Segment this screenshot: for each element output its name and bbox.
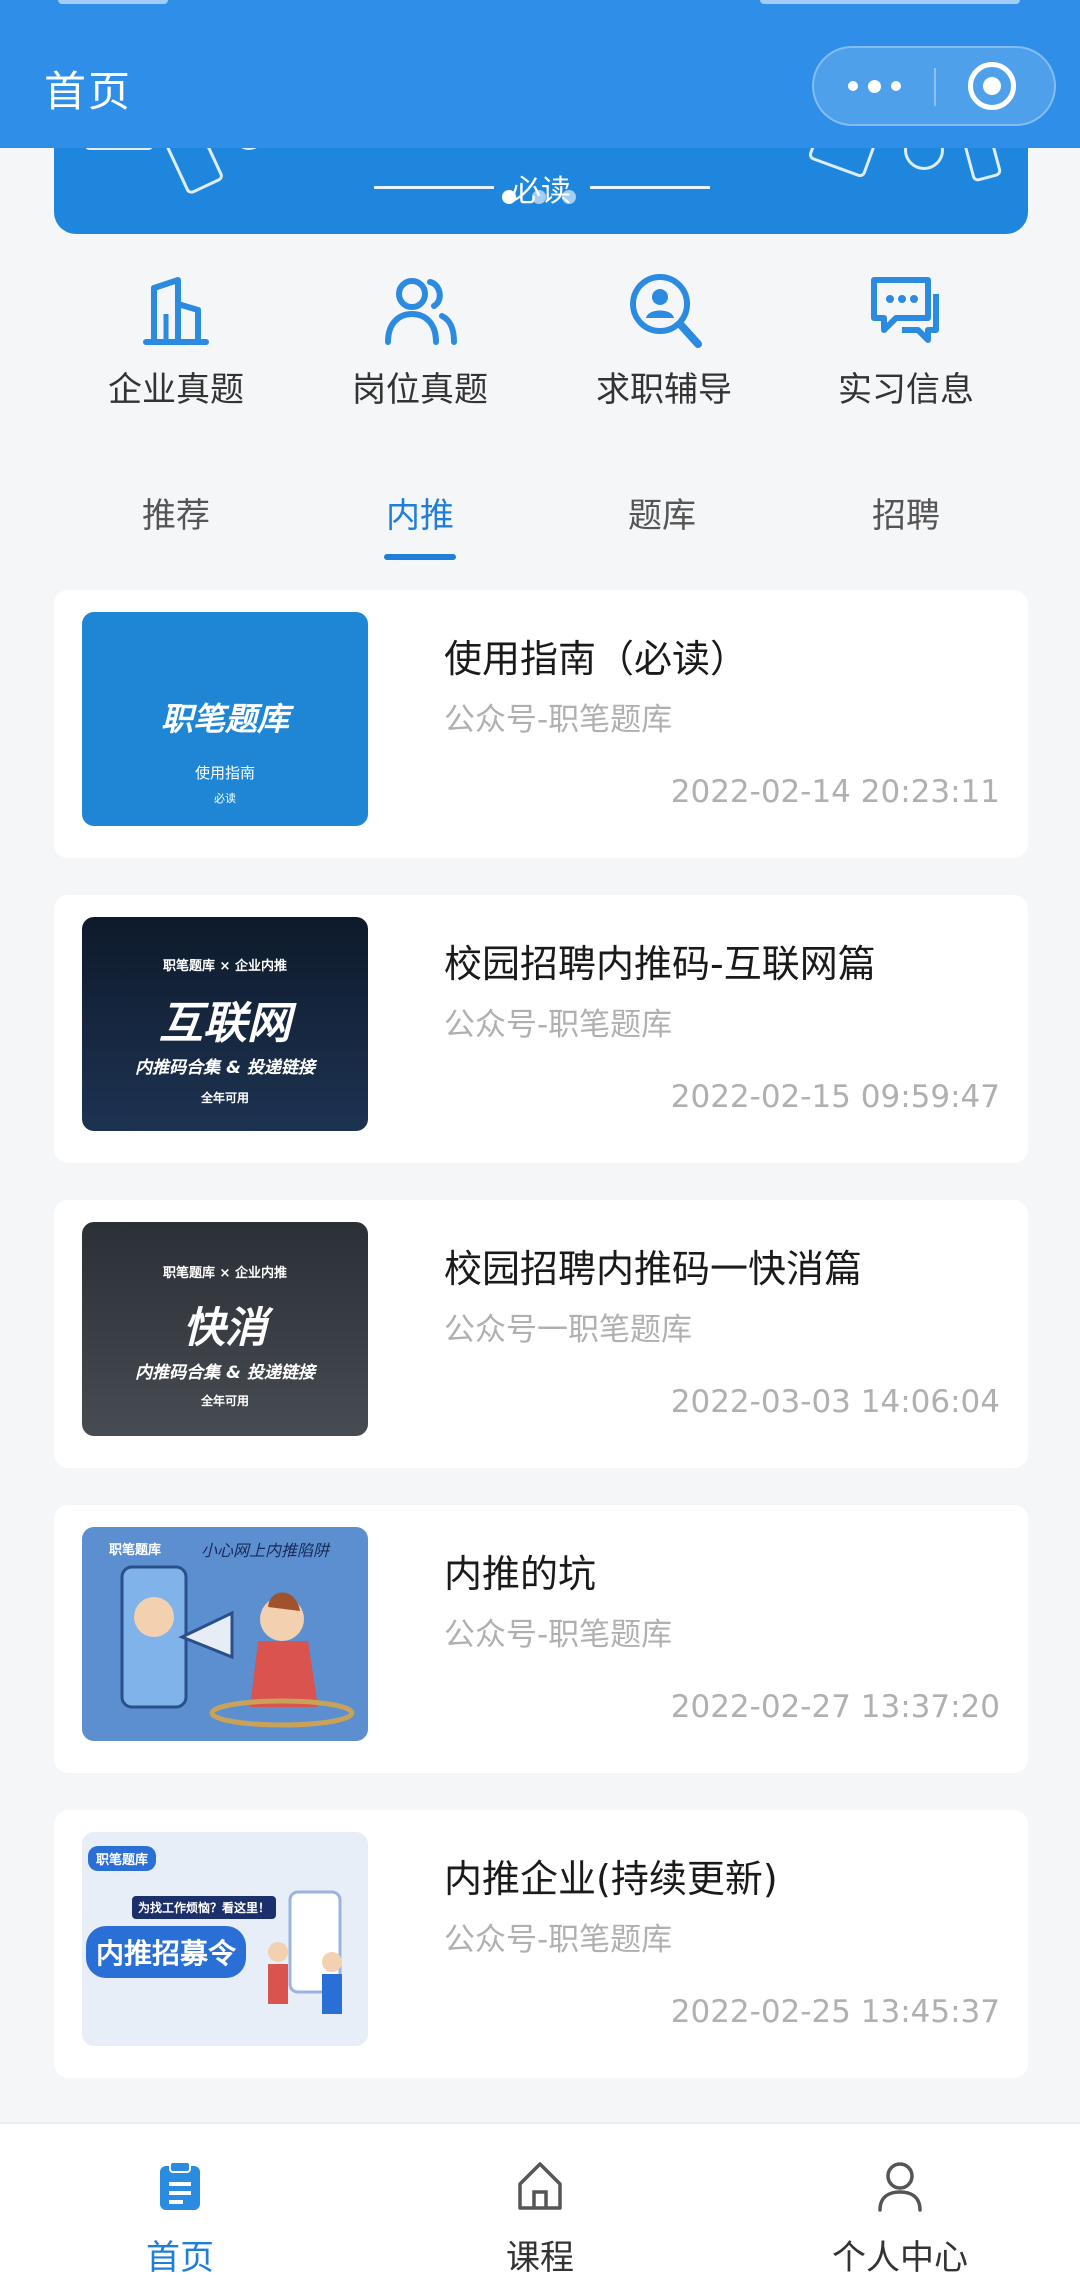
tab-active-indicator <box>384 554 456 560</box>
article-thumbnail: 职笔题库 为找工作烦恼？看这里！ 内推招募令 <box>82 1832 368 2046</box>
tabbar-label: 个人中心 <box>832 2238 968 2278</box>
article-source: 公众号-职笔题库 <box>444 1007 673 1043</box>
recruitment-illustration <box>268 1890 342 2014</box>
tabbar-label: 课程 <box>506 2238 574 2278</box>
miniapp-capsule <box>812 46 1056 126</box>
carousel-dot[interactable] <box>532 190 546 204</box>
thumbnail-tag: 职笔题库 × 企业内推 <box>163 1266 287 1281</box>
home-icon <box>518 2162 562 2210</box>
article-source: 公众号-职笔题库 <box>444 1922 673 1958</box>
article-title: 内推企业(持续更新) <box>444 1857 778 1901</box>
article-source: 公众号-职笔题库 <box>444 702 673 738</box>
thumbnail-note: 全年可用 <box>200 1091 249 1105</box>
more-dot-icon <box>890 81 901 91</box>
thumbnail-title: 快消 <box>182 1303 267 1352</box>
clipboard-icon <box>160 2161 200 2210</box>
article-title: 使用指南（必读） <box>444 637 749 681</box>
tab-question-bank[interactable]: 题库 <box>562 488 762 537</box>
thumbnail-tag: 职笔题库 × 企业内推 <box>163 959 287 974</box>
quick-item-label: 实习信息 <box>838 370 974 410</box>
tabbar-item-home[interactable]: 首页 <box>80 2124 280 2290</box>
quick-item-position-questions[interactable]: 岗位真题 <box>310 270 530 420</box>
category-tabs: 推荐 内推 题库 招聘 <box>0 488 1080 568</box>
quick-item-label: 求职辅导 <box>596 370 732 410</box>
article-date: 2022-03-03 14:06:04 <box>670 1384 1000 1420</box>
status-bar-right <box>760 0 1020 4</box>
thumbnail-title: 互联网 <box>159 998 291 1049</box>
more-button[interactable] <box>814 48 934 124</box>
status-bar <box>0 0 1080 14</box>
thumbnail-note: 全年可用 <box>200 1394 249 1408</box>
more-dot-icon <box>867 79 881 93</box>
thumbnail-subtitle: 使用指南 <box>194 764 255 782</box>
tab-recommend[interactable]: 推荐 <box>76 488 276 537</box>
article-thumbnail: 职笔题库 × 企业内推 快消 内推码合集 & 投递链接 全年可用 <box>82 1222 368 1436</box>
carousel-indicator <box>494 190 584 204</box>
tab-recruitment[interactable]: 招聘 <box>806 488 1006 537</box>
article-thumbnail: 职笔题库 小心网上内推陷阱 <box>82 1527 368 1741</box>
article-date: 2022-02-15 09:59:47 <box>670 1079 1000 1115</box>
quick-item-company-questions[interactable]: 企业真题 <box>66 270 286 420</box>
article-card[interactable]: 职笔题库 小心网上内推陷阱 内推的坑 公众号-职笔题库 2022-02-27 1… <box>54 1505 1028 1773</box>
carousel-dot[interactable] <box>562 190 576 204</box>
page-title: 首页 <box>44 67 133 116</box>
article-title: 校园招聘内推码一快消篇 <box>444 1247 863 1291</box>
user-icon <box>878 2162 922 2212</box>
megaphone-illustration <box>120 1565 355 1728</box>
article-source: 公众号-职笔题库 <box>444 1617 673 1653</box>
nav-header: 首页 <box>0 0 1080 148</box>
article-thumbnail: 职笔题库 × 企业内推 互联网 内推码合集 & 投递链接 全年可用 <box>82 917 368 1131</box>
article-card[interactable]: 职笔题库 使用指南 必读 使用指南（必读） 公众号-职笔题库 2022-02-1… <box>54 590 1028 858</box>
article-title: 校园招聘内推码-互联网篇 <box>444 942 876 986</box>
thumbnail-title: 职笔题库 <box>160 700 289 738</box>
status-bar-left <box>58 0 168 4</box>
more-dot-icon <box>847 81 858 91</box>
article-card[interactable]: 职笔题库 为找工作烦恼？看这里！ 内推招募令 内推企业(持续更新) 公众号-职笔… <box>54 1810 1028 2078</box>
thumbnail-tag: 必读 <box>214 792 236 805</box>
building-icon <box>143 277 209 345</box>
bottom-tab-bar: 首页 课程 个人中心 <box>0 2122 1080 2290</box>
chat-bubbles-icon <box>871 277 939 343</box>
tabbar-item-profile[interactable]: 个人中心 <box>800 2124 1000 2290</box>
article-title: 内推的坑 <box>444 1552 597 1596</box>
article-date: 2022-02-27 13:37:20 <box>670 1689 1000 1725</box>
tabbar-item-courses[interactable]: 课程 <box>440 2124 640 2290</box>
tabbar-label: 首页 <box>146 2238 214 2278</box>
article-thumbnail: 职笔题库 使用指南 必读 <box>82 612 368 826</box>
carousel-dot[interactable] <box>502 190 516 204</box>
article-source: 公众号一职笔题库 <box>444 1312 692 1348</box>
thumbnail-subtitle: 内推码合集 & 投递链接 <box>135 1058 315 1078</box>
article-card[interactable]: 职笔题库 × 企业内推 快消 内推码合集 & 投递链接 全年可用 校园招聘内推码… <box>54 1200 1028 1468</box>
search-person-icon <box>630 274 702 348</box>
close-miniapp-icon[interactable] <box>968 62 1016 110</box>
article-date: 2022-02-25 13:45:37 <box>670 1994 1000 2030</box>
article-date: 2022-02-14 20:23:11 <box>670 774 1000 810</box>
quick-item-career-coaching[interactable]: 求职辅导 <box>554 270 774 420</box>
capsule-divider <box>934 68 936 106</box>
quick-item-label: 企业真题 <box>108 370 244 410</box>
thumbnail-subtitle: 内推码合集 & 投递链接 <box>135 1363 315 1383</box>
quick-item-label: 岗位真题 <box>352 370 488 410</box>
users-icon <box>385 278 457 345</box>
tab-referral[interactable]: 内推 <box>320 488 520 537</box>
article-card[interactable]: 职笔题库 × 企业内推 互联网 内推码合集 & 投递链接 全年可用 校园招聘内推… <box>54 895 1028 1163</box>
quick-item-internship-info[interactable]: 实习信息 <box>796 270 1016 420</box>
quick-menu: 企业真题 岗位真题 求职辅导 实习信息 <box>0 270 1080 420</box>
